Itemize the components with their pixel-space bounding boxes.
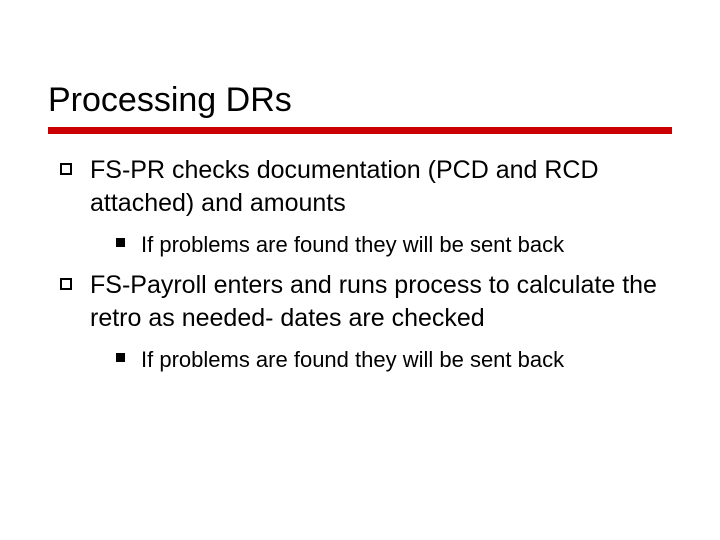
square-open-icon (60, 278, 72, 290)
slide-content: FS-PR checks documentation (PCD and RCD … (0, 134, 720, 374)
list-item: FS-Payroll enters and runs process to ca… (60, 269, 660, 335)
title-block: Processing DRs (0, 0, 720, 134)
square-filled-icon (116, 238, 125, 247)
bullet-text: FS-Payroll enters and runs process to ca… (90, 269, 660, 335)
list-item: If problems are found they will be sent … (116, 230, 660, 259)
bullet-text: If problems are found they will be sent … (141, 345, 564, 374)
bullet-group: FS-PR checks documentation (PCD and RCD … (60, 154, 660, 259)
bullet-group: FS-Payroll enters and runs process to ca… (60, 269, 660, 374)
bullet-text: FS-PR checks documentation (PCD and RCD … (90, 154, 660, 220)
list-item: FS-PR checks documentation (PCD and RCD … (60, 154, 660, 220)
square-open-icon (60, 163, 72, 175)
title-underline (48, 127, 672, 134)
slide-title: Processing DRs (48, 80, 672, 121)
slide: Processing DRs FS-PR checks documentatio… (0, 0, 720, 540)
bullet-text: If problems are found they will be sent … (141, 230, 564, 259)
square-filled-icon (116, 353, 125, 362)
list-item: If problems are found they will be sent … (116, 345, 660, 374)
